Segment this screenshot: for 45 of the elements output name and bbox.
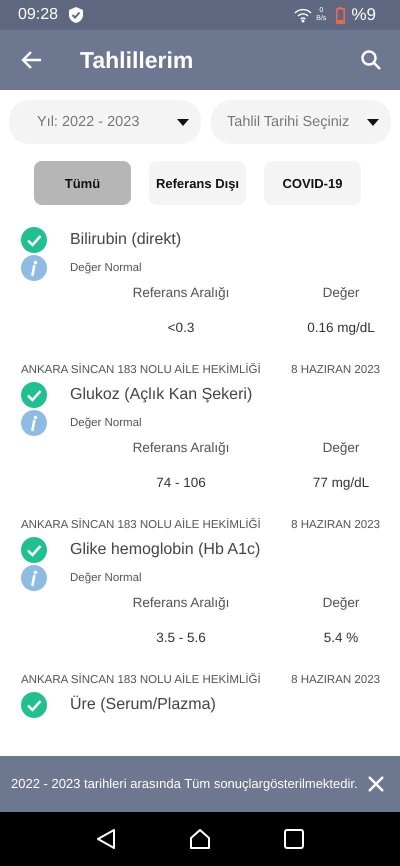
caret-icon: [177, 118, 189, 126]
column-label: Referans Aralığı: [132, 285, 230, 300]
reference-range: <0.3: [168, 320, 194, 335]
back-icon[interactable]: [96, 828, 116, 850]
test-name: Bilirubin (direkt): [70, 231, 182, 249]
test-name: Üre (Serum/Plazma): [70, 696, 216, 714]
close-icon[interactable]: [367, 775, 385, 793]
battery-percent: %9: [351, 5, 376, 25]
result-status: Değer Normal: [70, 262, 142, 274]
dropdown-field[interactable]: Tahlil Tarihi Seçiniz: [211, 100, 391, 144]
column-label: Referans Aralığı: [132, 440, 230, 455]
battery-icon: [336, 6, 346, 24]
result-value: 77 mg/dL: [312, 475, 370, 490]
recent-apps-icon[interactable]: [284, 829, 304, 849]
result-status: Değer Normal: [70, 417, 142, 429]
search-icon[interactable]: [360, 49, 382, 71]
column-label: Referans Aralığı: [132, 595, 230, 610]
column-label: Değer: [322, 440, 360, 455]
back-arrow-icon[interactable]: [21, 50, 43, 70]
home-icon[interactable]: [188, 828, 211, 850]
institution-name: ANKARA SİNCAN 183 NOLU AİLE HEKİMLİĞİ: [21, 364, 261, 376]
reference-range: 74 - 106: [156, 475, 206, 490]
filter-tab[interactable]: Tümü: [34, 161, 131, 205]
result-value: 5.4 %: [324, 630, 358, 645]
snackbar-message: 2022 - 2023 tarihleri arasında Tüm sonuçlargösterilmektedir.: [11, 776, 359, 792]
screen-title: Tahlillerim: [80, 46, 194, 74]
reference-range: 3.5 - 5.6: [156, 630, 206, 645]
test-name: Glukoz (Açlık Kan Şekeri): [70, 386, 252, 404]
result-status: Değer Normal: [70, 572, 142, 584]
result-date: 8 HAZIRAN 2023: [291, 674, 380, 686]
status-time: 09:28: [18, 6, 58, 24]
dropdown-field[interactable]: Yıl: 2022 - 2023: [9, 100, 201, 144]
institution-name: ANKARA SİNCAN 183 NOLU AİLE HEKİMLİĞİ: [21, 519, 261, 531]
test-name: Glike hemoglobin (Hb A1c): [70, 541, 260, 559]
filter-tab[interactable]: Referans Dışı: [149, 161, 246, 205]
column-label: Değer: [322, 285, 360, 300]
shield-icon: [68, 6, 84, 24]
institution-name: ANKARA SİNCAN 183 NOLU AİLE HEKİMLİĞİ: [21, 674, 261, 686]
result-value: 0.16 mg/dL: [307, 320, 375, 335]
result-date: 8 HAZIRAN 2023: [291, 519, 380, 531]
caret-icon: [367, 118, 379, 126]
wifi-icon: [294, 7, 312, 23]
result-date: 8 HAZIRAN 2023: [291, 364, 380, 376]
column-label: Değer: [322, 595, 360, 610]
filter-tab[interactable]: COVID-19: [264, 161, 361, 205]
